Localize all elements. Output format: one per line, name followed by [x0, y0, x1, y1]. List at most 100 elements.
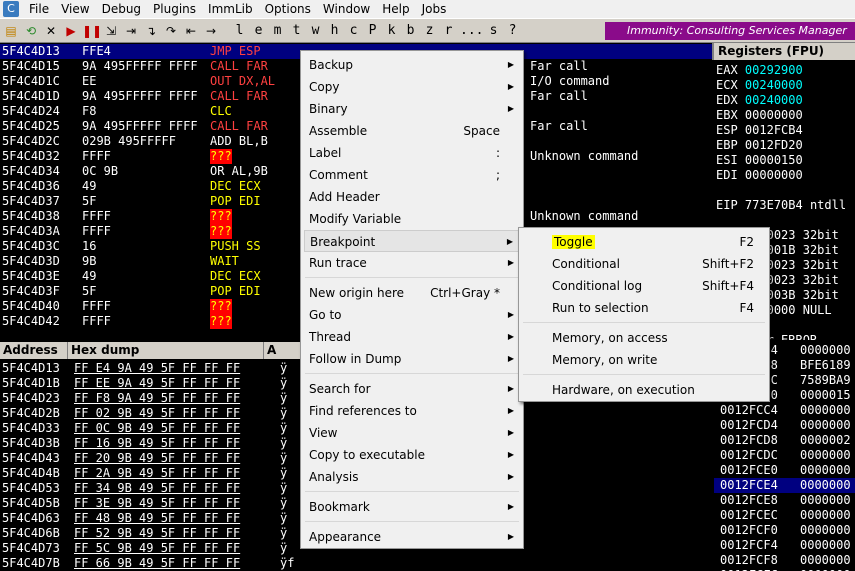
open-icon[interactable]: ▤ [2, 22, 20, 40]
dump-row[interactable]: 5F4C4D3B FF 16 9B 49 5F FF FF FF ÿ [0, 436, 300, 451]
toolbar-windows-button[interactable]: w [308, 22, 323, 40]
menu-immlib[interactable]: ImmLib [202, 0, 259, 18]
stack-row[interactable]: 0012FCF0 0000000 [714, 523, 855, 538]
dump-header-address[interactable]: Address [0, 342, 68, 359]
stack-row[interactable]: 0012FCF4 0000000 [714, 538, 855, 553]
context-menu-item-copy-to-executable[interactable]: Copy to executable ▶ [304, 444, 520, 466]
register-row[interactable]: EDX 00240000 [716, 93, 803, 108]
breakpoint-menu-item-memory-on-write[interactable]: Memory, on write [522, 349, 766, 371]
context-menu-item-breakpoint[interactable]: Breakpoint ▶ [304, 230, 520, 252]
context-menu-item-analysis[interactable]: Analysis ▶ [304, 466, 520, 488]
toolbar-memory-button[interactable]: m [270, 22, 285, 40]
breakpoint-menu-item-hardware-on-execution[interactable]: Hardware, on execution [522, 379, 766, 401]
stack-row[interactable]: 0012FCDC 0000000 [714, 448, 855, 463]
stack-row[interactable]: 0012FCE0 0000000 [714, 463, 855, 478]
context-menu-item-run-trace[interactable]: Run trace ▶ [304, 252, 520, 274]
toolbar-threads-button[interactable]: t [289, 22, 304, 40]
menu-debug[interactable]: Debug [96, 0, 147, 18]
menu-plugins[interactable]: Plugins [147, 0, 202, 18]
close-icon[interactable]: ✕ [42, 22, 60, 40]
toolbar-handles-button[interactable]: h [327, 22, 342, 40]
dump-row[interactable]: 5F4C4D13 FF E4 9A 49 5F FF FF FF ÿ [0, 361, 300, 376]
context-menu-item-new-origin-here[interactable]: New origin here Ctrl+Gray * [304, 282, 520, 304]
toolbar-source-button[interactable]: s [486, 22, 501, 40]
dump-row[interactable]: 5F4C4D4B FF 2A 9B 49 5F FF FF FF ÿ [0, 466, 300, 481]
breakpoint-menu-item-conditional[interactable]: Conditional Shift+F2 [522, 253, 766, 275]
toolbar-cpu-button[interactable]: c [346, 22, 361, 40]
context-menu-item-label[interactable]: Label: [304, 142, 520, 164]
breakpoint-menu-item-toggle[interactable]: Toggle F2 [522, 231, 766, 253]
restart-icon[interactable]: ⟲ [22, 22, 40, 40]
menu-view[interactable]: View [55, 0, 95, 18]
context-menu-item-bookmark[interactable]: Bookmark ▶ [304, 496, 520, 518]
toolbar-runtrace-button[interactable]: r [441, 22, 456, 40]
menu-jobs[interactable]: Jobs [416, 0, 453, 18]
toolbar-breakpoints-button[interactable]: b [403, 22, 418, 40]
context-menu-item-search-for[interactable]: Search for ▶ [304, 378, 520, 400]
register-row[interactable]: EBP 0012FD20 [716, 138, 803, 153]
context-menu-item-add-header[interactable]: Add Header [304, 186, 520, 208]
register-row[interactable]: EIP 773E70B4 ntdll [716, 198, 846, 213]
stack-row[interactable]: 0012FCF8 0000000 [714, 553, 855, 568]
menu-help[interactable]: Help [376, 0, 415, 18]
register-row[interactable]: EAX 00292900 [716, 63, 803, 78]
go-to-icon[interactable]: → [202, 22, 220, 40]
dump-row[interactable]: 5F4C4D6B FF 52 9B 49 5F FF FF FF ÿ [0, 526, 300, 541]
dump-header-hex[interactable]: Hex dump [68, 342, 264, 359]
app-icon[interactable]: C [3, 1, 19, 17]
dump-row[interactable]: 5F4C4D73 FF 5C 9B 49 5F FF FF FF ÿ [0, 541, 300, 556]
breakpoint-menu-item-run-to-selection[interactable]: Run to selection F4 [522, 297, 766, 319]
menu-options[interactable]: Options [259, 0, 317, 18]
toolbar-executable-button[interactable]: e [251, 22, 266, 40]
register-row[interactable]: EBX 00000000 [716, 108, 803, 123]
stack-row[interactable]: 0012FCD8 0000002 [714, 433, 855, 448]
context-menu-item-comment[interactable]: Comment; [304, 164, 520, 186]
context-menu-item-binary[interactable]: Binary ▶ [304, 98, 520, 120]
toolbar-log-button[interactable]: l [232, 22, 247, 40]
trace-over-icon[interactable]: ↷ [162, 22, 180, 40]
context-menu-item-assemble[interactable]: Assemble Space [304, 120, 520, 142]
stack-row[interactable]: 0012FCE4 0000000 [714, 478, 855, 493]
step-into-icon[interactable]: ⇲ [102, 22, 120, 40]
dump-pane[interactable]: 5F4C4D13 FF E4 9A 49 5F FF FF FF ÿ 5F4C4D1B… [0, 359, 300, 571]
menu-window[interactable]: Window [317, 0, 376, 18]
play-icon[interactable]: ▶ [62, 22, 80, 40]
breakpoint-menu-item-memory-on-access[interactable]: Memory, on access [522, 327, 766, 349]
stack-row[interactable]: 0012FCC4 0000000 [714, 403, 855, 418]
register-row[interactable] [716, 183, 723, 198]
register-row[interactable]: ECX 00240000 [716, 78, 803, 93]
dump-row[interactable]: 5F4C4D33 FF 0C 9B 49 5F FF FF FF ÿ [0, 421, 300, 436]
register-row[interactable]: EDI 00000000 [716, 168, 803, 183]
toolbar-more-button[interactable]: ... [460, 22, 483, 40]
context-menu-item-find-references-to[interactable]: Find references to ▶ [304, 400, 520, 422]
execute-till-return-icon[interactable]: ⇤ [182, 22, 200, 40]
register-row[interactable] [716, 213, 723, 228]
dump-row[interactable]: 5F4C4D63 FF 48 9B 49 5F FF FF FF ÿ [0, 511, 300, 526]
context-menu-item-go-to[interactable]: Go to ▶ [304, 304, 520, 326]
toolbar-help-button[interactable]: ? [505, 22, 520, 40]
context-menu-item-appearance[interactable]: Appearance ▶ [304, 526, 520, 548]
toolbar-patches-button[interactable]: P [365, 22, 380, 40]
stack-row[interactable]: 0012FCEC 0000000 [714, 508, 855, 523]
context-menu-item-modify-variable[interactable]: Modify Variable [304, 208, 520, 230]
toolbar-z-button[interactable]: z [422, 22, 437, 40]
consulting-banner[interactable]: Immunity: Consulting Services Manager [605, 22, 855, 40]
dump-row[interactable]: 5F4C4D53 FF 34 9B 49 5F FF FF FF ÿ [0, 481, 300, 496]
dump-row[interactable]: 5F4C4D5B FF 3E 9B 49 5F FF FF FF ÿ [0, 496, 300, 511]
dump-row[interactable]: 5F4C4D23 FF F8 9A 49 5F FF FF FF ÿ [0, 391, 300, 406]
stack-row[interactable]: 0012FCD4 0000000 [714, 418, 855, 433]
context-menu-item-backup[interactable]: Backup ▶ [304, 54, 520, 76]
dump-row[interactable]: 5F4C4D7B FF 66 9B 49 5F FF FF FF ÿf [0, 556, 300, 571]
context-menu-item-copy[interactable]: Copy ▶ [304, 76, 520, 98]
dump-row[interactable]: 5F4C4D2B FF 02 9B 49 5F FF FF FF ÿ [0, 406, 300, 421]
dump-row[interactable]: 5F4C4D43 FF 20 9B 49 5F FF FF FF ÿ [0, 451, 300, 466]
menu-file[interactable]: File [23, 0, 55, 18]
register-row[interactable]: ESI 00000150 [716, 153, 803, 168]
dump-header-ascii[interactable]: A [264, 342, 300, 359]
toolbar-callstack-button[interactable]: k [384, 22, 399, 40]
context-menu-item-follow-in-dump[interactable]: Follow in Dump ▶ [304, 348, 520, 370]
dump-row[interactable]: 5F4C4D1B FF EE 9A 49 5F FF FF FF ÿ [0, 376, 300, 391]
pause-icon[interactable]: ❚❚ [82, 22, 102, 40]
breakpoint-menu-item-conditional-log[interactable]: Conditional log Shift+F4 [522, 275, 766, 297]
trace-into-icon[interactable]: ↴ [142, 22, 160, 40]
